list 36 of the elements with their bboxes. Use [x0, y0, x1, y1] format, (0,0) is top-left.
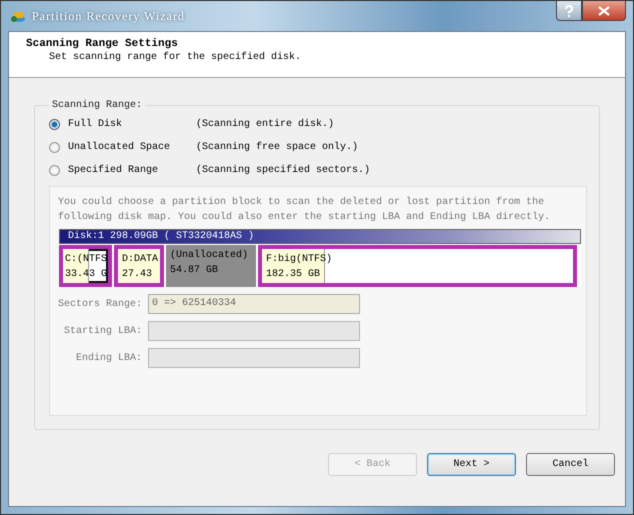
close-icon	[598, 6, 610, 16]
group-label: Scanning Range:	[51, 100, 144, 111]
option-description: (Scanning specified sectors.)	[196, 165, 370, 176]
hint-text: You could choose a partition block to scan the deleted or lost partition from the following disk map. You could also enter the starting LBA and Ending LBA directly.	[58, 196, 552, 225]
partition-block[interactable]: F:big(NTFS) 182.35 GB	[258, 245, 577, 287]
partition-block[interactable]: D:DATA 27.43	[114, 245, 164, 287]
radio-button[interactable]	[49, 142, 60, 153]
partition-block[interactable]: (Unallocated) 54.87 GB	[166, 245, 256, 287]
input-field[interactable]: 0 => 625140334	[148, 294, 360, 314]
partition-name: D:DATA	[122, 253, 160, 267]
field-label: Ending LBA:	[74, 352, 142, 364]
help-icon	[564, 4, 574, 16]
option-label[interactable]: Full Disk	[68, 119, 196, 130]
partition-size: 54.87 GB	[170, 264, 220, 278]
close-button[interactable]	[582, 1, 626, 21]
option-description: (Scanning entire disk.)	[196, 119, 334, 130]
partition-size: 182.35 GB	[266, 268, 322, 282]
help-button[interactable]	[556, 1, 582, 21]
field-label: Starting LBA:	[62, 326, 142, 336]
option-label[interactable]: Specified Range	[68, 165, 196, 176]
window-title: Partition Recovery Wizard	[32, 8, 185, 24]
partition-size: 27.43	[122, 268, 154, 282]
input-field[interactable]	[148, 321, 360, 341]
page-subtitle: Set scanning range for the specified disk.	[49, 52, 302, 63]
partition-name: (Unallocated)	[170, 248, 250, 263]
page-title: Scanning Range Settings	[26, 38, 179, 50]
wizard-button[interactable]: Next >	[427, 452, 516, 476]
option-description: (Scanning free space only.)	[196, 142, 358, 153]
option-label[interactable]: Unallocated Space	[68, 142, 196, 153]
wizard-button[interactable]: Cancel	[526, 452, 615, 476]
disk-header: Disk:1 298.09GB ( ST3320418AS )	[59, 229, 581, 244]
partition-name: F:big(NTFS)	[266, 252, 334, 267]
radio-button[interactable]	[49, 119, 60, 130]
input-field[interactable]	[148, 348, 360, 368]
field-label: Sectors Range:	[58, 298, 142, 310]
radio-button[interactable]	[49, 165, 60, 176]
